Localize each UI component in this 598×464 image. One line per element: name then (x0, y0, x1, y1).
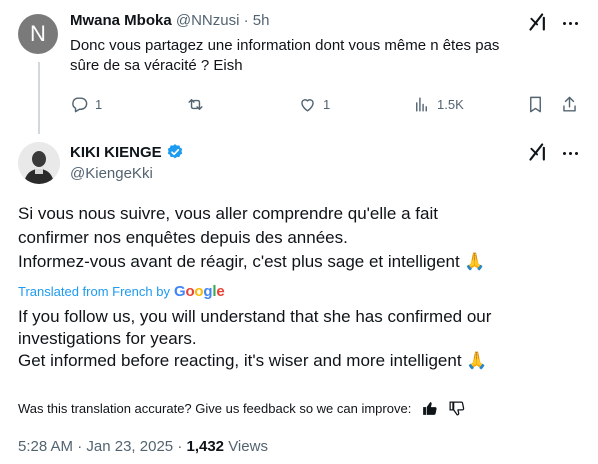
share-button[interactable] (560, 92, 579, 116)
more-icon[interactable] (560, 13, 580, 33)
tweet-meta: 5:28 AM · Jan 23, 2025 · 1,432 Views (18, 438, 268, 455)
thumbs-up-icon[interactable] (421, 400, 438, 417)
reply-text-line: sûre de sa véracité ? Eish (70, 57, 243, 74)
reply-header: Mwana Mboka @NNzusi · 5h (70, 12, 269, 29)
text-line: Get informed before reacting, it's wiser… (18, 351, 488, 370)
thread-line (38, 62, 40, 134)
share-icon (563, 96, 576, 112)
grok-icon[interactable] (528, 142, 548, 162)
tweet-original-text: Si vous nous suivre, vous aller comprend… (18, 202, 588, 274)
thumbs-down-icon[interactable] (448, 400, 465, 417)
views-label: Views (228, 438, 268, 455)
translated-label: Translated from French by (18, 284, 170, 299)
text-line: Informez-vous avant de réagir, c'est plu… (18, 252, 486, 271)
views-count: 1.5K (437, 96, 464, 112)
views-button[interactable]: 1.5K (412, 92, 464, 116)
like-icon (301, 98, 314, 112)
text-line: If you follow us, you will understand th… (18, 307, 492, 326)
reply-icon (72, 96, 88, 112)
reply-count: 1 (95, 96, 103, 112)
tweet-translated-text: If you follow us, you will understand th… (18, 306, 588, 372)
author-name-row: KIKI KIENGE (70, 143, 184, 161)
text-line: confirmer nos enquêtes depuis des années… (18, 228, 348, 247)
action-bar: 1 1 1.5K (70, 92, 582, 116)
like-button[interactable]: 1 (298, 92, 330, 116)
bookmark-icon (530, 96, 541, 112)
views-count: 1,432 (186, 438, 225, 455)
avatar[interactable]: N (18, 14, 58, 54)
tweet-date[interactable]: Jan 23, 2025 (86, 438, 173, 455)
text-line: investigations for years. (18, 329, 197, 348)
feedback-prompt: Was this translation accurate? Give us f… (18, 401, 412, 416)
like-count: 1 (323, 96, 331, 112)
reply-text: Donc vous partagez une information dont … (70, 36, 580, 76)
translation-attribution[interactable]: Translated from French by Google (18, 283, 225, 300)
timestamp[interactable]: 5h (253, 12, 270, 29)
translation-feedback: Was this translation accurate? Give us f… (18, 400, 465, 417)
bookmark-button[interactable] (526, 92, 545, 116)
verified-badge-icon[interactable] (166, 143, 184, 161)
avatar[interactable] (18, 142, 60, 184)
author-handle[interactable]: @KiengeKki (70, 165, 153, 182)
separator: · (243, 12, 249, 29)
avatar-letter: N (30, 21, 46, 46)
google-logo: Google (173, 283, 225, 300)
reply-button[interactable]: 1 (70, 92, 102, 116)
reply-text-line: Donc vous partagez une information dont … (70, 37, 500, 54)
reply-tweet[interactable]: N Mwana Mboka @NNzusi · 5h Donc vous par… (0, 0, 598, 134)
author-name[interactable]: KIKI KIENGE (70, 144, 162, 161)
main-tweet: KIKI KIENGE @KiengeKki Si vous nous suiv… (0, 130, 598, 464)
repost-icon (188, 98, 203, 110)
views-icon (416, 96, 427, 112)
tweet-time[interactable]: 5:28 AM (18, 438, 73, 455)
avatar-photo (18, 142, 60, 184)
repost-button[interactable] (186, 92, 211, 116)
text-line: Si vous nous suivre, vous aller comprend… (18, 204, 438, 223)
author-handle[interactable]: @NNzusi (176, 12, 240, 29)
grok-icon[interactable] (528, 12, 548, 32)
author-name[interactable]: Mwana Mboka (70, 12, 172, 29)
more-icon[interactable] (560, 143, 580, 163)
